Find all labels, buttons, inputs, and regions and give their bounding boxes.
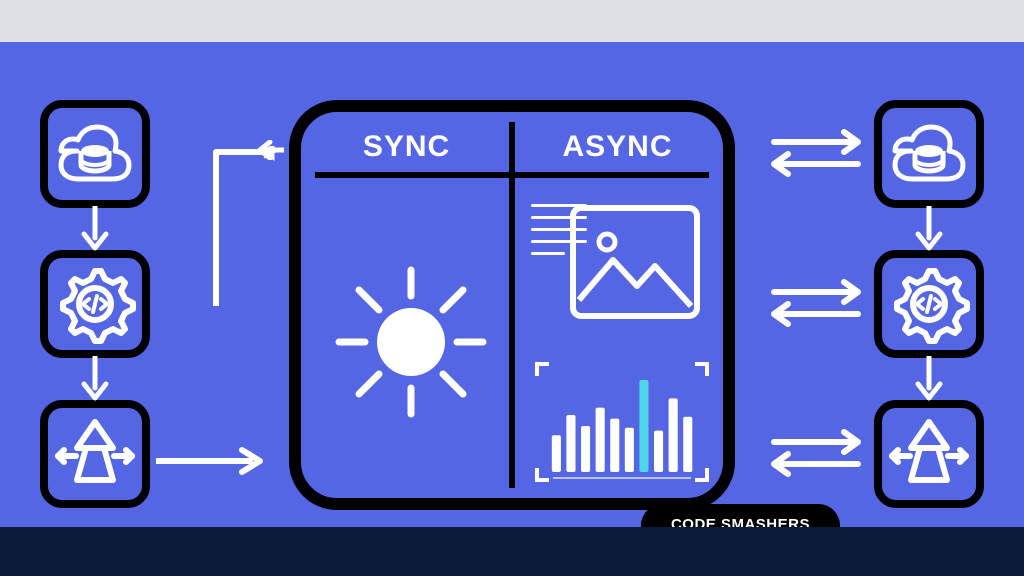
route-nav-icon [52, 416, 138, 492]
cloud-db-icon [55, 121, 135, 187]
arrow-down-icon [80, 206, 110, 252]
sun-icon [331, 262, 491, 422]
chart-bar [654, 431, 663, 472]
center-panel: SYNC ASYNC [289, 100, 735, 510]
arrows-bidirectional-icon [766, 128, 866, 178]
arrows-bidirectional-icon [766, 428, 866, 478]
bottom-bar [0, 527, 1024, 576]
left-box-gear [40, 250, 150, 358]
diagram-canvas: SYNC ASYNC [0, 42, 1024, 527]
chart-bar [639, 380, 648, 472]
chart-bar [552, 435, 561, 472]
route-nav-icon [886, 416, 972, 492]
async-header: ASYNC [512, 122, 723, 172]
right-box-gear [874, 250, 984, 358]
chart-bar [581, 426, 590, 472]
chart-bar [669, 398, 678, 472]
arrow-down-icon [914, 206, 944, 252]
sync-header: SYNC [301, 122, 512, 172]
right-box-cloud [874, 100, 984, 208]
gear-code-icon [54, 263, 136, 345]
chart-bar [596, 408, 605, 472]
left-box-route [40, 400, 150, 508]
page-top-spacer [0, 0, 1024, 42]
right-box-route [874, 400, 984, 508]
gear-code-icon [888, 263, 970, 345]
bar-chart [533, 360, 711, 484]
arrows-bidirectional-icon [766, 278, 866, 328]
left-box-cloud [40, 100, 150, 208]
arrow-down-icon [914, 356, 944, 402]
image-placeholder-icon [569, 204, 701, 320]
chart-bar [610, 419, 619, 472]
center-divider [509, 122, 515, 488]
cloud-db-icon [889, 121, 969, 187]
chart-bar [683, 417, 692, 472]
chart-bar [566, 415, 575, 472]
arrow-down-icon [80, 356, 110, 402]
connector-left-to-center [156, 146, 276, 312]
chart-bar [625, 428, 634, 472]
arrow-right-icon [156, 447, 266, 475]
arrow-left-head-icon [258, 140, 284, 160]
